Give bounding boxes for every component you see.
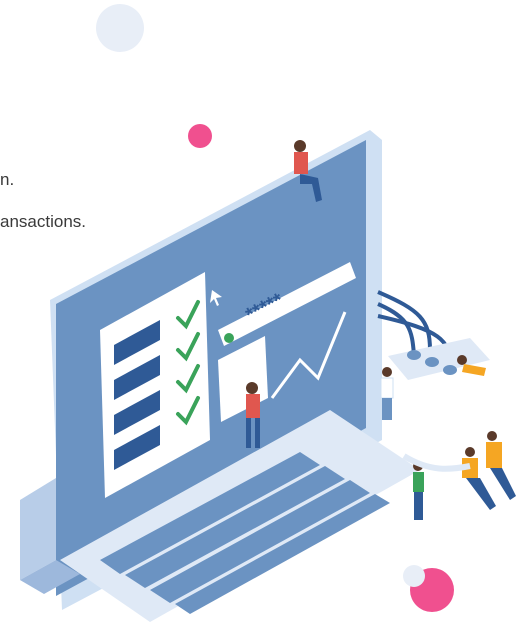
lock-indicator-icon [224, 333, 234, 343]
person-standing-right [380, 367, 394, 420]
computer-security-illustration: ***** [20, 4, 516, 622]
people-pulling-cable [462, 431, 516, 510]
small-light-circle-decoration [403, 565, 425, 587]
pink-dot-decoration [188, 124, 212, 148]
light-blue-circle-decoration [96, 4, 144, 52]
